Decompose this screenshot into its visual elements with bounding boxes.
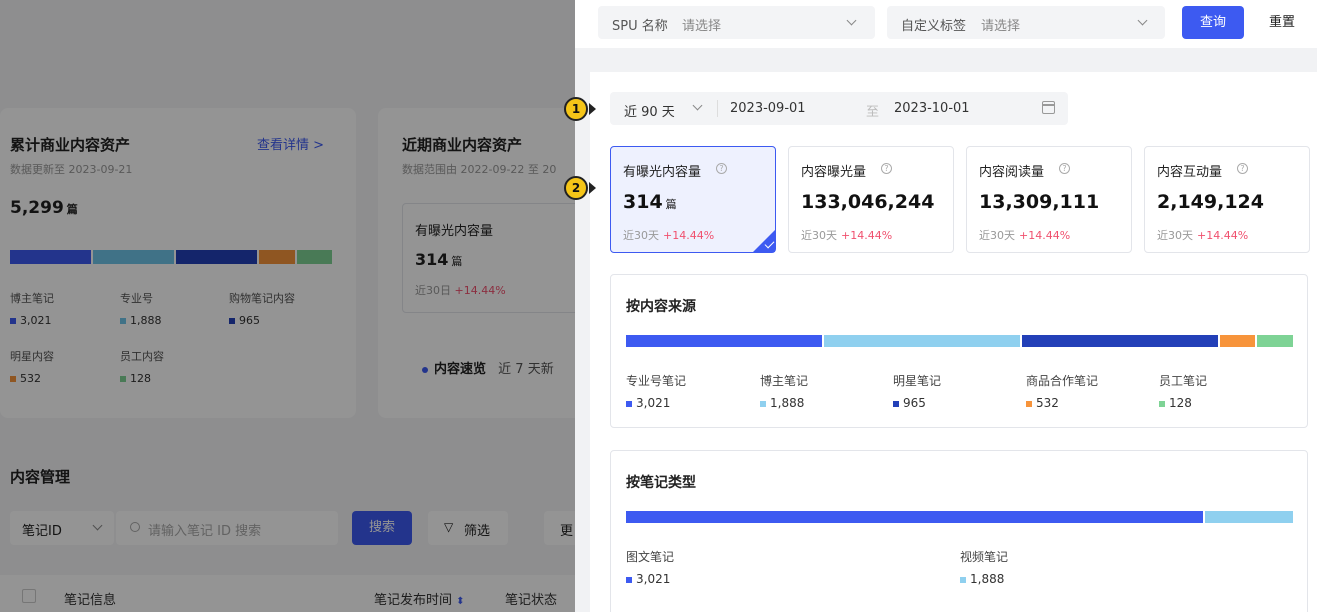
help-icon[interactable]: ? (881, 163, 892, 174)
annotation-badge-1: 1 (564, 97, 588, 121)
kpi-label: 有曝光内容量 (623, 165, 702, 180)
query-button[interactable]: 查询 (1182, 6, 1244, 39)
help-icon[interactable]: ? (1237, 163, 1248, 174)
kpi-trend: 近30天 +14.44% (801, 229, 893, 242)
type-bar-seg (626, 511, 1203, 523)
badge-pointer (589, 103, 596, 115)
legend-label: 明星笔记 (893, 374, 942, 388)
chevron-down-icon (692, 100, 703, 111)
legend-value: 1,888 (760, 396, 804, 410)
date-range-picker[interactable]: 近 90 天 2023-09-01 至 2023-10-01 (610, 92, 1068, 125)
kpi-value: 13,309,111 (979, 191, 1100, 213)
stats-panel: 近 90 天 2023-09-01 至 2023-10-01 有曝光内容量 ? … (590, 72, 1317, 612)
type-bar-seg (1205, 511, 1293, 523)
range-to: 至 (866, 105, 880, 120)
detail-drawer: SPU 名称 请选择 自定义标签 请选择 查询 重置 近 90 天 2023-0… (575, 0, 1317, 612)
range-preset[interactable]: 近 90 天 (624, 101, 675, 120)
modal-overlay[interactable] (0, 0, 575, 612)
custom-tag-select[interactable]: 自定义标签 请选择 (887, 6, 1165, 39)
by-type-section: 按笔记类型 图文笔记 3,021 视频笔记 1,888 (610, 450, 1308, 612)
kpi-value: 133,046,244 (801, 191, 935, 213)
kpi-label: 内容阅读量 (979, 165, 1045, 180)
source-bar-seg (1220, 335, 1255, 347)
source-bar-seg (824, 335, 1020, 347)
kpi-card-exposure[interactable]: 内容曝光量 ? 133,046,244 近30天 +14.44% (788, 146, 954, 253)
kpi-value: 314 篇 (623, 191, 677, 213)
legend-label: 博主笔记 (760, 374, 809, 388)
range-start[interactable]: 2023-09-01 (730, 101, 806, 116)
help-icon[interactable]: ? (716, 163, 727, 174)
kpi-label: 内容互动量 (1157, 165, 1223, 180)
spu-select[interactable]: SPU 名称 请选择 (598, 6, 875, 39)
legend-value: 965 (893, 396, 926, 410)
kpi-trend: 近30天 +14.44% (979, 229, 1071, 242)
legend-label: 员工笔记 (1159, 374, 1208, 388)
source-bar-seg (1022, 335, 1218, 347)
annotation-badge-2: 2 (564, 176, 588, 200)
by-source-section: 按内容来源 专业号笔记 3,021 博主笔记 1,888 明星笔记 965 商品… (610, 274, 1308, 428)
badge-pointer (589, 182, 596, 194)
kpi-trend: 近30天 +14.44% (623, 229, 715, 242)
legend-label: 商品合作笔记 (1026, 374, 1099, 388)
chevron-down-icon (846, 15, 857, 26)
legend-label: 专业号笔记 (626, 374, 687, 388)
legend-value: 128 (1159, 396, 1192, 410)
legend-value: 3,021 (626, 396, 670, 410)
range-divider (717, 100, 718, 117)
range-end[interactable]: 2023-10-01 (894, 101, 970, 116)
legend-value: 3,021 (626, 572, 670, 586)
legend-label: 视频笔记 (960, 550, 1009, 564)
filter-bar: SPU 名称 请选择 自定义标签 请选择 查询 重置 (575, 0, 1317, 48)
reset-button[interactable]: 重置 (1256, 6, 1308, 39)
source-bar-seg (626, 335, 822, 347)
section-title: 按内容来源 (626, 299, 696, 315)
kpi-value: 2,149,124 (1157, 191, 1264, 213)
kpi-trend: 近30天 +14.44% (1157, 229, 1249, 242)
kpi-card-exposed-content[interactable]: 有曝光内容量 ? 314 篇 近30天 +14.44% (610, 146, 776, 253)
kpi-card-reads[interactable]: 内容阅读量 ? 13,309,111 近30天 +14.44% (966, 146, 1132, 253)
chevron-down-icon (1137, 15, 1148, 26)
legend-value: 1,888 (960, 572, 1004, 586)
legend-value: 532 (1026, 396, 1059, 410)
source-bar-seg (1257, 335, 1293, 347)
help-icon[interactable]: ? (1059, 163, 1070, 174)
legend-label: 图文笔记 (626, 550, 675, 564)
calendar-icon[interactable] (1042, 101, 1055, 114)
kpi-label: 内容曝光量 (801, 165, 867, 180)
kpi-card-interactions[interactable]: 内容互动量 ? 2,149,124 近30天 +14.44% (1144, 146, 1310, 253)
section-title: 按笔记类型 (626, 475, 696, 491)
